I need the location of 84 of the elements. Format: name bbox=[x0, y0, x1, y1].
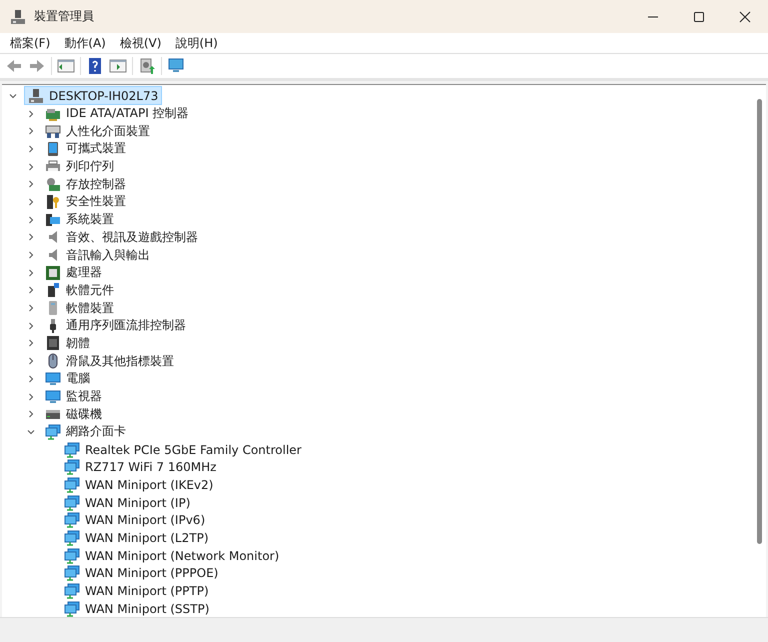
expand-chevron-icon[interactable] bbox=[26, 179, 36, 190]
update-driver-icon[interactable] bbox=[138, 57, 156, 75]
tree-item[interactable]: 網路介面卡 bbox=[42, 423, 129, 440]
action-pane-icon[interactable] bbox=[109, 57, 127, 75]
tree-item[interactable]: 系統裝置 bbox=[42, 211, 117, 228]
tree-item[interactable]: WAN Miniport (IKEv2) bbox=[61, 476, 216, 494]
system-icon bbox=[45, 212, 61, 228]
scrollbar-thumb[interactable] bbox=[756, 99, 762, 544]
tree-item[interactable]: 可攜式裝置 bbox=[42, 140, 129, 158]
tree-item[interactable]: WAN Miniport (IPv6) bbox=[61, 512, 208, 529]
network-adapter-icon bbox=[64, 494, 80, 511]
menu-item[interactable]: 說明(H) bbox=[175, 34, 218, 52]
network-adapter-icon bbox=[64, 459, 80, 476]
network-adapter-icon bbox=[64, 476, 80, 493]
network-adapter-icon bbox=[64, 565, 80, 582]
expand-chevron-icon[interactable] bbox=[26, 409, 36, 420]
network-adapter-icon bbox=[64, 600, 80, 617]
expand-chevron-icon[interactable] bbox=[26, 374, 36, 384]
tree-item[interactable]: 通用序列匯流排控制器 bbox=[42, 317, 189, 334]
menu-item[interactable]: 動作(A) bbox=[64, 34, 106, 52]
expand-chevron-icon[interactable] bbox=[26, 392, 36, 402]
menu-item[interactable]: 檢視(V) bbox=[120, 34, 162, 52]
expand-chevron-icon[interactable] bbox=[26, 232, 36, 242]
tree-item[interactable]: 軟體裝置 bbox=[42, 300, 117, 317]
help-icon[interactable] bbox=[86, 57, 104, 75]
tree-item[interactable]: DESKTOP-IH02L73 bbox=[24, 86, 162, 106]
tree-item[interactable]: 處理器 bbox=[42, 264, 105, 282]
expand-chevron-icon[interactable] bbox=[26, 144, 36, 154]
tree-item[interactable]: Realtek PCIe 5GbE Family Controller bbox=[61, 441, 304, 458]
monitor-icon bbox=[45, 388, 61, 405]
tree-item[interactable]: 電腦 bbox=[42, 370, 93, 388]
expand-chevron-icon[interactable] bbox=[26, 356, 36, 366]
tree-item[interactable]: 監視器 bbox=[42, 388, 105, 406]
computer-icon bbox=[10, 8, 26, 24]
tree-item[interactable]: 滑鼠及其他指標裝置 bbox=[42, 352, 177, 370]
tree-item[interactable]: WAN Miniport (SSTP) bbox=[61, 600, 212, 618]
console-tree-icon[interactable] bbox=[57, 57, 75, 75]
software-icon bbox=[45, 282, 61, 298]
keyboard-icon bbox=[45, 123, 61, 140]
expand-chevron-icon[interactable] bbox=[26, 126, 36, 136]
monitor-icon[interactable] bbox=[167, 57, 185, 75]
tree-item[interactable]: 軟體元件 bbox=[42, 282, 117, 299]
expand-chevron-icon[interactable] bbox=[26, 338, 36, 348]
tree-item[interactable]: 韌體 bbox=[42, 334, 93, 352]
expand-chevron-icon[interactable] bbox=[26, 268, 36, 278]
window-title: 裝置管理員 bbox=[34, 8, 94, 25]
network-adapter-icon bbox=[64, 512, 80, 528]
expand-chevron-icon[interactable] bbox=[26, 108, 36, 119]
back-arrow-icon[interactable] bbox=[5, 57, 23, 75]
tree-item[interactable]: RZ717 WiFi 7 160MHz bbox=[61, 458, 220, 476]
expand-chevron-icon[interactable] bbox=[26, 320, 36, 331]
tree-item[interactable]: IDE ATA/ATAPI 控制器 bbox=[42, 105, 192, 122]
menu-item[interactable]: 檔案(F) bbox=[10, 34, 50, 52]
tree-item[interactable]: 列印佇列 bbox=[42, 158, 117, 176]
firmware-chip-icon bbox=[45, 335, 61, 352]
key-icon bbox=[45, 194, 61, 210]
tree-item[interactable]: 存放控制器 bbox=[42, 176, 129, 193]
computer-icon bbox=[28, 88, 44, 104]
forward-arrow-icon[interactable] bbox=[28, 57, 46, 75]
expand-chevron-icon[interactable] bbox=[26, 214, 36, 225]
tree-item[interactable]: 人性化介面裝置 bbox=[42, 122, 153, 140]
expand-chevron-icon[interactable] bbox=[26, 285, 36, 296]
network-adapter-icon bbox=[64, 548, 80, 564]
network-adapter-icon bbox=[64, 530, 80, 546]
tree-item[interactable]: 音效、視訊及遊戲控制器 bbox=[42, 228, 201, 246]
expand-chevron-icon[interactable] bbox=[26, 250, 36, 260]
tree-item[interactable]: 磁碟機 bbox=[42, 406, 105, 423]
tree-item[interactable]: 安全性裝置 bbox=[42, 193, 129, 210]
tablet-icon bbox=[45, 140, 61, 157]
expand-chevron-icon[interactable] bbox=[26, 162, 36, 172]
expand-chevron-icon[interactable] bbox=[26, 196, 36, 207]
tree-item[interactable]: WAN Miniport (IP) bbox=[61, 494, 194, 512]
network-adapter-icon bbox=[45, 424, 61, 440]
tree-item[interactable]: WAN Miniport (L2TP) bbox=[61, 530, 212, 547]
tree-item[interactable]: WAN Miniport (PPPOE) bbox=[61, 564, 222, 582]
monitor-icon bbox=[45, 370, 61, 387]
network-adapter-icon bbox=[64, 583, 80, 600]
processor-icon bbox=[45, 264, 61, 281]
tree-item[interactable]: 音訊輸入與輸出 bbox=[42, 246, 153, 264]
storage-icon bbox=[45, 176, 61, 192]
expand-chevron-icon[interactable] bbox=[26, 303, 36, 314]
tree-item[interactable]: WAN Miniport (Network Monitor) bbox=[61, 547, 282, 564]
network-adapter-icon bbox=[64, 442, 80, 458]
tree-item[interactable]: WAN Miniport (PPTP) bbox=[61, 582, 212, 600]
